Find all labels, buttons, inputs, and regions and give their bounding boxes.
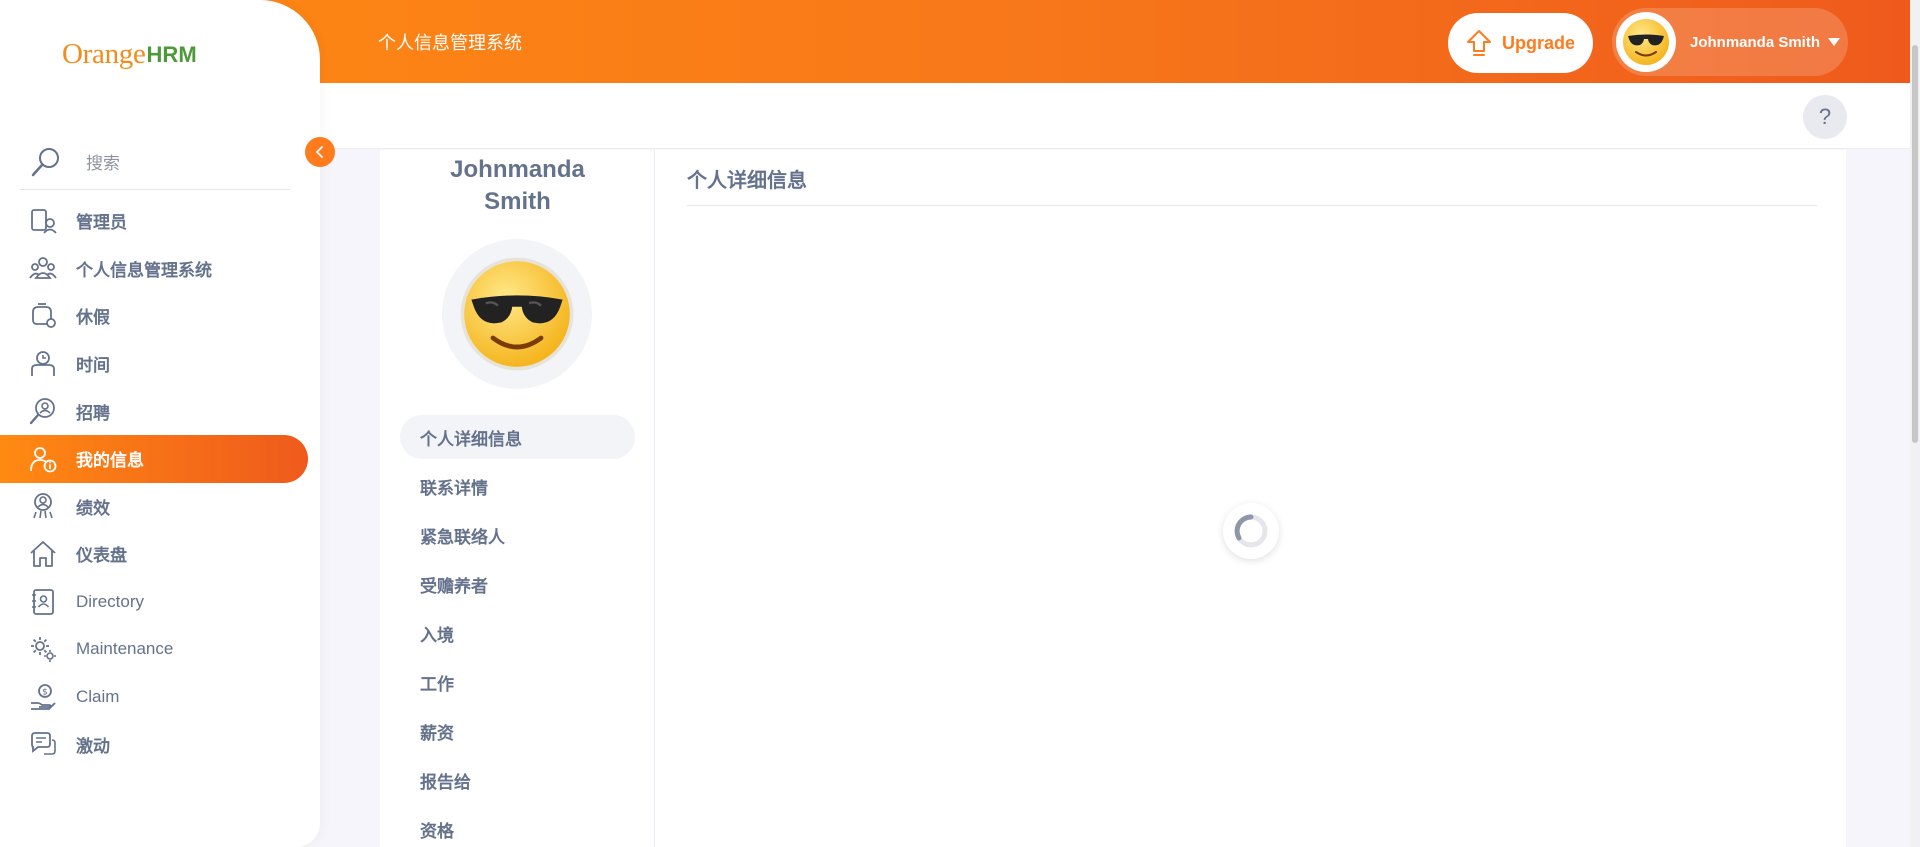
user-name: Johnmanda Smith xyxy=(1690,33,1821,51)
sidebar-item-label: Maintenance xyxy=(76,639,174,659)
sidebar-item-label: 招聘 xyxy=(76,403,110,423)
directory-icon xyxy=(28,587,58,617)
scrollbar[interactable] xyxy=(1910,0,1920,847)
sidebar-item-label: 管理员 xyxy=(76,213,127,233)
upgrade-label: Upgrade xyxy=(1501,32,1575,53)
chevron-down-icon xyxy=(1828,38,1841,46)
pim-icon xyxy=(28,253,58,283)
sidebar-item-label: 仪表盘 xyxy=(76,546,127,566)
sidebar-item-label: 激动 xyxy=(76,736,110,756)
tab-personal-details[interactable]: 个人详细信息 xyxy=(400,415,635,459)
sidebar-item-maintenance[interactable]: Maintenance xyxy=(0,625,320,673)
employee-first-name: Johnmanda xyxy=(450,156,585,183)
sunglasses-emoji-icon xyxy=(1623,19,1669,65)
profile-card: Johnmanda Smith 个人详细信息 联系详情 紧急联络人 受赡养者 入… xyxy=(380,150,1846,847)
loading-spinner xyxy=(1223,503,1279,559)
sidebar-item-claim[interactable]: $ Claim xyxy=(0,673,320,721)
profile-tabs: 个人详细信息 联系详情 紧急联络人 受赡养者 入境 工作 薪资 报告给 资格 xyxy=(400,415,635,847)
logo-text: Orange xyxy=(62,38,146,70)
my-info-icon xyxy=(28,444,58,474)
sidebar-item-label: 绩效 xyxy=(76,498,110,518)
sidebar-item-admin[interactable]: 管理员 xyxy=(0,197,320,245)
search-icon xyxy=(31,147,59,176)
profile-column: Johnmanda Smith 个人详细信息 联系详情 紧急联络人 受赡养者 入… xyxy=(380,150,655,847)
tab-salary[interactable]: 薪资 xyxy=(400,709,635,753)
recruitment-icon xyxy=(28,396,58,426)
tab-qualifications[interactable]: 资格 xyxy=(400,807,635,847)
sunglasses-emoji-icon xyxy=(460,257,574,371)
sidebar-item-label: 我的信息 xyxy=(76,451,144,471)
sidebar-item-recruitment[interactable]: 招聘 xyxy=(0,387,320,435)
sidebar-collapse-button[interactable] xyxy=(305,137,335,167)
sidebar-item-label: 个人信息管理系统 xyxy=(76,260,212,280)
upgrade-button[interactable]: Upgrade xyxy=(1448,13,1593,73)
upgrade-arrow-icon xyxy=(1466,30,1491,56)
sidebar: Orange HRM 搜索 管理员 个人信息管理系统 休假 时间 招聘 我的信息… xyxy=(0,0,320,847)
search-placeholder: 搜索 xyxy=(86,154,120,173)
leave-icon xyxy=(28,301,58,331)
sidebar-item-buzz[interactable]: 激动 xyxy=(0,721,320,769)
time-icon xyxy=(28,349,58,379)
chevron-left-icon xyxy=(316,146,323,158)
logo-hrm: HRM xyxy=(146,42,197,67)
main-nav: 管理员 个人信息管理系统 休假 时间 招聘 我的信息 绩效 仪表盘 Direct… xyxy=(0,197,320,768)
profile-picture[interactable] xyxy=(442,239,592,389)
tab-emergency-contacts[interactable]: 紧急联络人 xyxy=(400,513,635,557)
svg-text:$: $ xyxy=(42,687,48,697)
sidebar-item-my-info[interactable]: 我的信息 xyxy=(0,434,308,483)
sidebar-item-time[interactable]: 时间 xyxy=(0,340,320,388)
sidebar-item-label: Directory xyxy=(76,591,145,611)
sidebar-item-pim[interactable]: 个人信息管理系统 xyxy=(0,245,320,293)
employee-last-name: Smith xyxy=(484,188,551,215)
employee-name: Johnmanda Smith xyxy=(380,154,655,218)
sidebar-item-directory[interactable]: Directory xyxy=(0,578,320,626)
maintenance-icon xyxy=(28,634,58,664)
sidebar-item-dashboard[interactable]: 仪表盘 xyxy=(0,530,320,578)
scrollbar-thumb[interactable] xyxy=(1912,45,1918,443)
help-button[interactable]: ? xyxy=(1803,95,1847,139)
sidebar-item-performance[interactable]: 绩效 xyxy=(0,483,320,531)
module-title: 个人信息管理系统 xyxy=(378,33,522,53)
sidebar-item-label: Claim xyxy=(76,686,120,706)
sidebar-item-label: 休假 xyxy=(76,308,110,328)
tab-job[interactable]: 工作 xyxy=(400,660,635,704)
tab-immigration[interactable]: 入境 xyxy=(400,611,635,655)
search-field[interactable]: 搜索 xyxy=(20,134,290,190)
tab-contact-details[interactable]: 联系详情 xyxy=(400,464,635,508)
admin-icon xyxy=(28,206,58,236)
personal-details-panel: 个人详细信息 xyxy=(687,150,1817,206)
claim-icon: $ xyxy=(28,682,58,712)
tab-report-to[interactable]: 报告给 xyxy=(400,758,635,802)
performance-icon xyxy=(28,491,58,521)
sidebar-item-label: 时间 xyxy=(76,356,110,376)
page-title: 个人详细信息 xyxy=(687,164,1817,206)
tab-dependents[interactable]: 受赡养者 xyxy=(400,562,635,606)
orangehrm-logo[interactable]: Orange HRM xyxy=(62,38,197,71)
spinner-icon xyxy=(1234,514,1268,548)
buzz-icon xyxy=(28,729,58,759)
dashboard-icon xyxy=(28,539,58,569)
user-dropdown[interactable]: Johnmanda Smith xyxy=(1612,8,1848,76)
avatar xyxy=(1616,12,1676,72)
sidebar-item-leave[interactable]: 休假 xyxy=(0,292,320,340)
